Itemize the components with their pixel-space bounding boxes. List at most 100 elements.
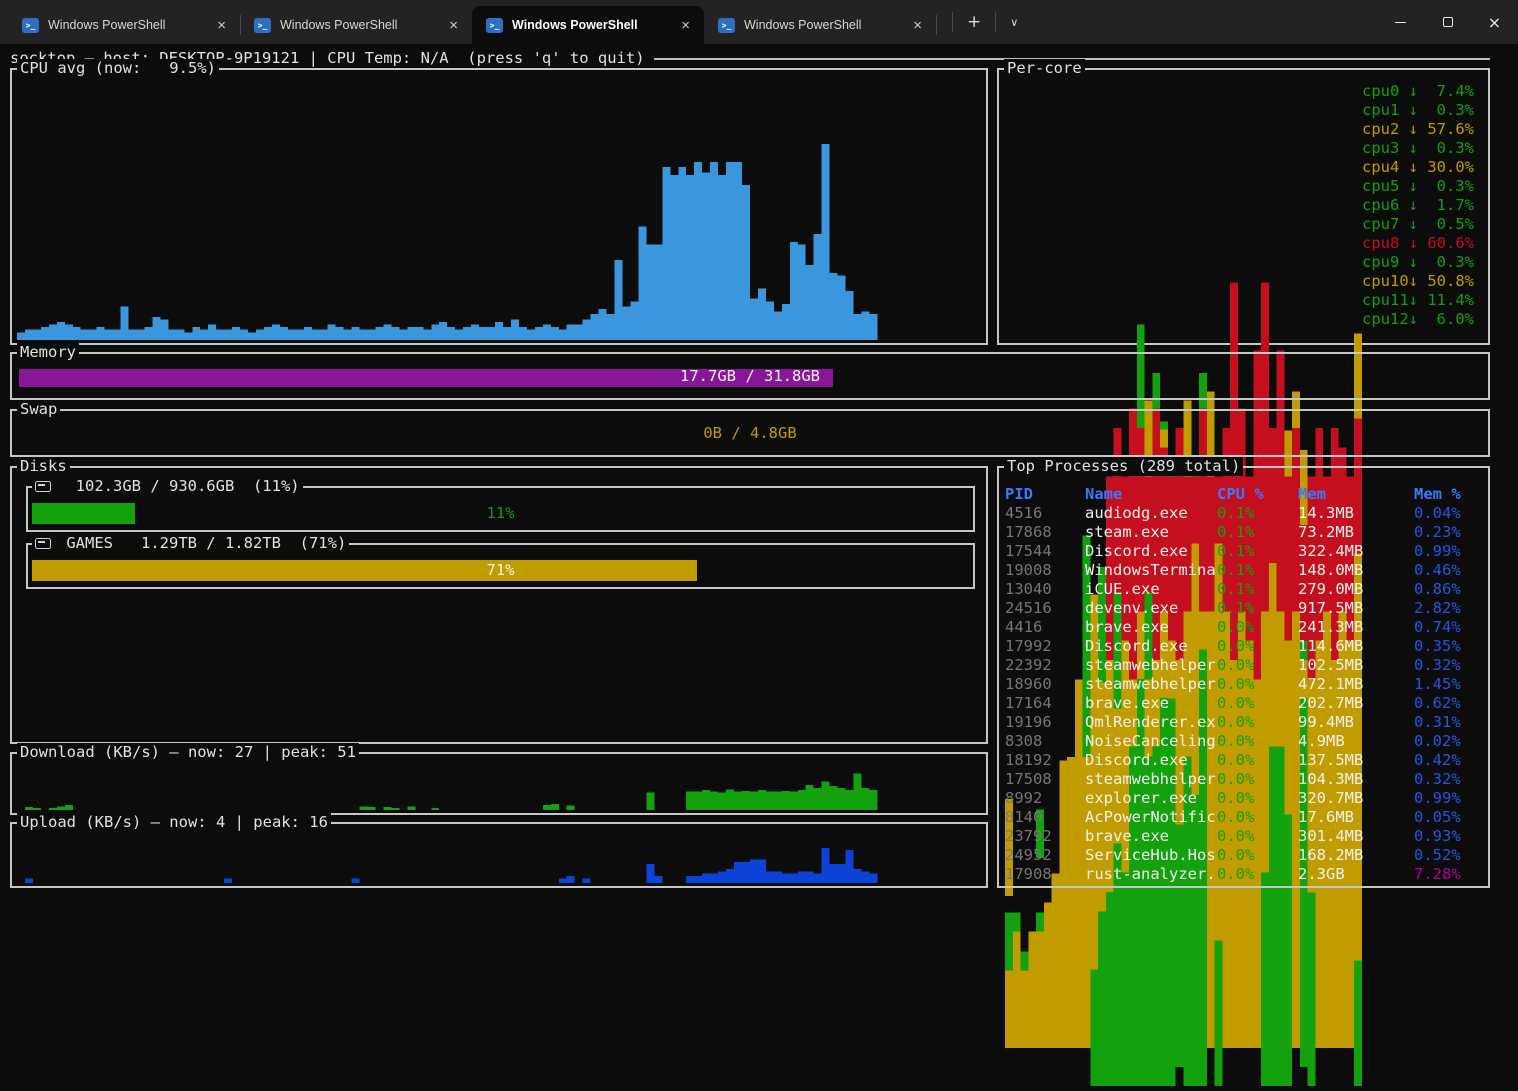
process-cell: 0.0% <box>1217 732 1298 751</box>
core-row-cpu2: cpu2 ↓ 57.6% <box>1005 120 1482 139</box>
process-cell: 0.52% <box>1414 846 1484 865</box>
tab-title: Windows PowerShell <box>744 18 900 32</box>
swap-panel: Swap 0B / 4.8GB <box>10 409 1490 457</box>
core-sparkline <box>1005 291 1362 310</box>
core-row-cpu3: cpu3 ↓ 0.3% <box>1005 139 1482 158</box>
core-sparkline <box>1005 272 1362 291</box>
core-row-cpu1: cpu1 ↓ 0.3% <box>1005 101 1482 120</box>
process-row: 19008WindowsTermina0.1%148.0MB0.46% <box>1005 561 1484 580</box>
process-cell: 148.0MB <box>1298 561 1414 580</box>
maximize-icon <box>1443 17 1453 27</box>
core-usage-label: cpu10↓ 50.8% <box>1362 272 1482 291</box>
core-sparkline <box>1005 82 1362 101</box>
process-cell: 0.23% <box>1414 523 1484 542</box>
process-table-header: PIDNameCPU %MemMem % <box>1005 485 1484 504</box>
powershell-icon: >_ <box>22 18 39 33</box>
download-panel: Download (KB/s) — now: 27 | peak: 51 <box>10 752 988 815</box>
core-sparkline <box>1005 253 1362 272</box>
core-row-cpu10: cpu10↓ 50.8% <box>1005 272 1482 291</box>
disk-drive-icon <box>35 538 51 549</box>
process-row: 8992explorer.exe0.0%320.7MB0.99% <box>1005 789 1484 808</box>
cpu-avg-chart <box>17 82 981 340</box>
process-cell: Discord.exe <box>1085 751 1217 770</box>
powershell-icon: >_ <box>254 18 271 33</box>
close-button[interactable]: × <box>1471 0 1518 44</box>
tab-title: Windows PowerShell <box>280 18 436 32</box>
process-cell: 18960 <box>1005 675 1085 694</box>
disks-panel: Disks 102.3GB / 930.6GB (11%)11% GAMES 1… <box>10 466 988 744</box>
process-cell: 14.3MB <box>1298 504 1414 523</box>
process-cell: 1.45% <box>1414 675 1484 694</box>
process-cell: 0.0% <box>1217 865 1298 884</box>
process-row: 13040iCUE.exe0.1%279.0MB0.86% <box>1005 580 1484 599</box>
process-cell: 17908 <box>1005 865 1085 884</box>
process-row: 19196QmlRenderer.ex0.0%99.4MB0.31% <box>1005 713 1484 732</box>
core-row-cpu8: cpu8 ↓ 60.6% <box>1005 234 1482 253</box>
core-row-cpu6: cpu6 ↓ 1.7% <box>1005 196 1482 215</box>
process-row: 8140AcPowerNotific0.0%17.6MB0.05% <box>1005 808 1484 827</box>
process-cell: 17164 <box>1005 694 1085 713</box>
core-sparkline <box>1005 196 1362 215</box>
tab-close-icon[interactable]: × <box>677 17 694 34</box>
process-cell: 4416 <box>1005 618 1085 637</box>
process-row: 24952ServiceHub.Hos0.0%168.2MB0.52% <box>1005 846 1484 865</box>
disk-gauge-title: 102.3GB / 930.6GB (11%) <box>32 477 303 496</box>
upload-chart <box>17 836 981 883</box>
minimize-button[interactable] <box>1377 0 1424 44</box>
process-cell: ServiceHub.Hos <box>1085 846 1217 865</box>
disk-gauge: 102.3GB / 930.6GB (11%)11% <box>26 486 975 532</box>
process-cell: brave.exe <box>1085 694 1217 713</box>
core-sparkline <box>1005 120 1362 139</box>
app-header: socktop — host: DESKTOP-9P19121 | CPU Te… <box>10 48 1490 68</box>
tab-close-icon[interactable]: × <box>909 17 926 34</box>
download-title: Download (KB/s) — now: 27 | peak: 51 <box>17 743 359 762</box>
process-cell: NoiseCanceling <box>1085 732 1217 751</box>
tab-close-icon[interactable]: × <box>213 17 230 34</box>
core-usage-label: cpu5 ↓ 0.3% <box>1362 177 1482 196</box>
process-cell: steamwebhelper <box>1085 675 1217 694</box>
tab-title: Windows PowerShell <box>48 18 204 32</box>
process-cell: 24952 <box>1005 846 1085 865</box>
per-core-title: Per-core <box>1004 59 1085 78</box>
core-usage-label: cpu2 ↓ 57.6% <box>1362 120 1482 139</box>
process-cell: 0.42% <box>1414 751 1484 770</box>
terminal-viewport[interactable]: socktop — host: DESKTOP-9P19121 | CPU Te… <box>0 44 1518 910</box>
tab-windows-powershell[interactable]: >_Windows PowerShell× <box>704 6 936 44</box>
process-cell: 0.0% <box>1217 713 1298 732</box>
process-cell: 102.5MB <box>1298 656 1414 675</box>
core-usage-label: cpu9 ↓ 0.3% <box>1362 253 1482 272</box>
tab-close-icon[interactable]: × <box>445 17 462 34</box>
process-cell: 168.2MB <box>1298 846 1414 865</box>
disk-percent-label: 71% <box>32 560 969 581</box>
tab-dropdown-button[interactable]: ∨ <box>1010 16 1018 29</box>
process-cell: 0.0% <box>1217 789 1298 808</box>
new-tab-button[interactable]: + <box>967 12 981 32</box>
process-cell: devenv.exe <box>1085 599 1217 618</box>
tab-windows-powershell[interactable]: >_ Windows PowerShell × <box>240 6 472 44</box>
memory-title: Memory <box>17 343 79 362</box>
core-row-cpu7: cpu7 ↓ 0.5% <box>1005 215 1482 234</box>
process-cell: 0.31% <box>1414 713 1484 732</box>
swap-usage-label: 0B / 4.8GB <box>12 424 1488 443</box>
process-cell: 0.1% <box>1217 542 1298 561</box>
core-usage-label: cpu0 ↓ 7.4% <box>1362 82 1482 101</box>
process-cell: steamwebhelper <box>1085 656 1217 675</box>
disk-usage-text: GAMES 1.29TB / 1.82TB (71%) <box>57 534 346 553</box>
core-usage-label: cpu4 ↓ 30.0% <box>1362 158 1482 177</box>
process-cell: 18192 <box>1005 751 1085 770</box>
disks-title: Disks <box>17 457 70 476</box>
process-cell: 0.0% <box>1217 808 1298 827</box>
process-cell: 0.86% <box>1414 580 1484 599</box>
process-cell: 0.0% <box>1217 751 1298 770</box>
core-row-cpu5: cpu5 ↓ 0.3% <box>1005 177 1482 196</box>
tab-windows-powershell[interactable]: >_Windows PowerShell× <box>472 6 704 44</box>
process-cell: 202.7MB <box>1298 694 1414 713</box>
maximize-button[interactable] <box>1424 0 1471 44</box>
process-cell: 472.1MB <box>1298 675 1414 694</box>
minimize-icon <box>1395 22 1406 23</box>
process-cell: 24516 <box>1005 599 1085 618</box>
tab-windows-powershell[interactable]: >_ Windows PowerShell × <box>8 6 240 44</box>
core-sparkline <box>1005 234 1362 253</box>
process-cell: 0.32% <box>1414 656 1484 675</box>
process-cell: 99.4MB <box>1298 713 1414 732</box>
